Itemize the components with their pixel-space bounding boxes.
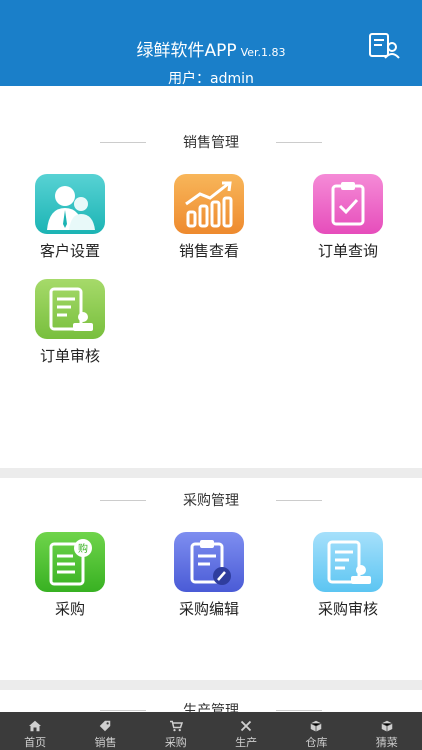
tab-label: 仓库	[305, 736, 328, 749]
order-review-icon	[35, 279, 105, 339]
app-title: 绿鲜软件APP Ver.1.83	[0, 36, 422, 61]
tile-order-review[interactable]: 订单审核	[15, 279, 125, 366]
tab-label: 首页	[24, 736, 47, 749]
tile-purchase[interactable]: 购 采购	[15, 532, 125, 619]
order-check-icon	[313, 174, 383, 234]
divider	[276, 142, 322, 143]
divider	[276, 500, 322, 501]
purchase-edit-icon	[174, 532, 244, 592]
tile-purchase-edit[interactable]: 采购编辑	[154, 532, 264, 619]
divider	[100, 500, 146, 501]
box-icon	[311, 720, 322, 732]
purchase-icon: 购	[35, 532, 105, 592]
tile-order-query[interactable]: 订单查询	[293, 174, 403, 261]
svg-text:购: 购	[78, 542, 88, 555]
tile-label: 订单查询	[317, 242, 378, 260]
purchase-section: 采购管理 购 采购 采购编辑 采购审核	[0, 478, 422, 680]
sales-section-header: 销售管理	[0, 132, 422, 152]
purchase-section-header: 采购管理	[0, 490, 422, 510]
tile-label: 客户设置	[39, 242, 100, 260]
app-title-text: 绿鲜软件APP	[136, 41, 237, 61]
tab-warehouse[interactable]: 仓库	[281, 712, 351, 750]
app-version: Ver.1.83	[240, 46, 286, 59]
tile-sales-view[interactable]: 销售查看	[154, 174, 264, 261]
sales-section-title: 销售管理	[183, 135, 239, 151]
customer-icon	[35, 174, 105, 234]
purchase-section-title: 采购管理	[183, 493, 239, 509]
tile-label: 订单审核	[39, 347, 100, 365]
app-header: 绿鲜软件APP Ver.1.83 用户：admin	[0, 0, 422, 87]
cart-icon	[169, 720, 183, 732]
tab-purchase[interactable]: 采购	[141, 712, 211, 750]
tab-sales[interactable]: 销售	[70, 712, 140, 750]
tools-icon	[240, 720, 252, 732]
tab-label: 猜菜	[375, 736, 398, 749]
tab-home[interactable]: 首页	[0, 712, 70, 750]
bottom-tabbar: 首页 销售 采购 生产 仓库 猜菜	[0, 712, 422, 750]
user-label: 用户：admin	[168, 71, 254, 87]
tab-label: 采购	[164, 736, 187, 749]
sales-section: 销售管理 客户设置 销售查看 订单查询 订单审核	[0, 86, 422, 468]
tile-label: 采购审核	[317, 600, 378, 618]
home-icon	[29, 720, 42, 732]
tab-label: 生产	[235, 736, 258, 749]
tab-label: 销售	[94, 736, 117, 749]
tab-guess[interactable]: 猜菜	[352, 712, 422, 750]
tile-purchase-review[interactable]: 采购审核	[293, 532, 403, 619]
tile-label: 采购编辑	[178, 600, 239, 618]
purchase-review-icon	[313, 532, 383, 592]
divider	[100, 710, 146, 711]
divider	[100, 142, 146, 143]
tile-label: 销售查看	[178, 242, 239, 260]
divider	[276, 710, 322, 711]
user-profile-icon[interactable]	[368, 32, 400, 60]
tab-production[interactable]: 生产	[211, 712, 281, 750]
tile-customer-settings[interactable]: 客户设置	[15, 174, 125, 261]
cube-icon	[381, 720, 393, 732]
tag-icon	[100, 720, 111, 732]
tile-label: 采购	[54, 600, 85, 618]
sales-chart-icon	[174, 174, 244, 234]
